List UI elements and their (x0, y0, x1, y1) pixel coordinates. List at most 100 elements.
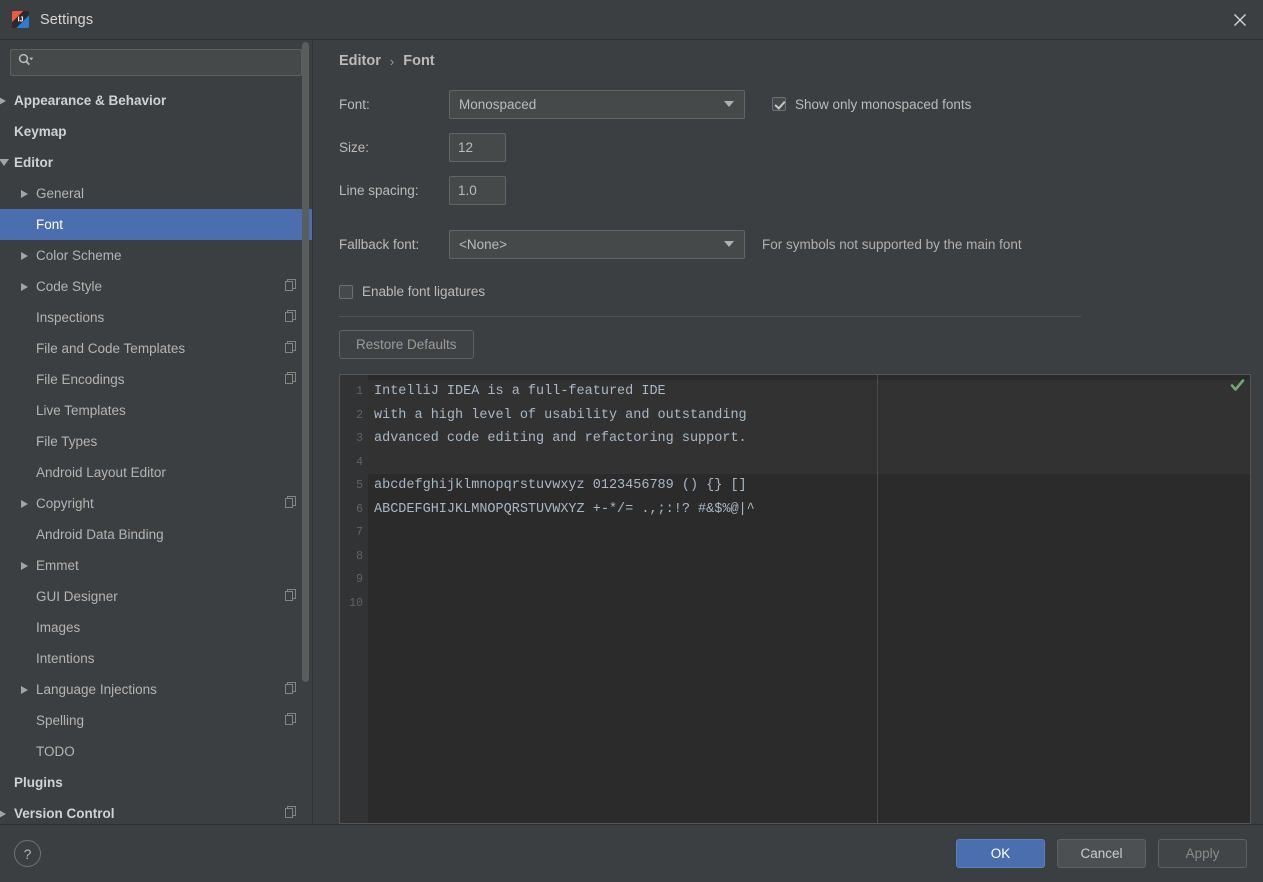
sidebar-item-label: Copyright (36, 496, 94, 511)
preview-line-number: 4 (356, 455, 363, 469)
chevron-right-icon[interactable] (21, 189, 36, 198)
sidebar-item-todo[interactable]: TODO (0, 736, 312, 767)
chevron-down-icon (724, 241, 734, 247)
sidebar-item-copyright[interactable]: Copyright (0, 488, 312, 519)
sidebar-item-images[interactable]: Images (0, 612, 312, 643)
preview-code-line (368, 568, 1250, 592)
preview-code-line: ABCDEFGHIJKLMNOPQRSTUVWXYZ +-*/= .,;:!? … (374, 501, 755, 517)
restore-defaults-button[interactable]: Restore Defaults (339, 330, 474, 359)
intellij-idea-icon (12, 11, 29, 28)
copy-settings-icon[interactable] (285, 682, 296, 697)
sidebar-item-file-types[interactable]: File Types (0, 426, 312, 457)
sidebar-item-file-and-code-templates[interactable]: File and Code Templates (0, 333, 312, 364)
preview-line-number: 7 (356, 526, 363, 539)
breadcrumb-parent[interactable]: Editor (339, 53, 381, 69)
checkbox-box (339, 284, 353, 299)
sidebar-item-general[interactable]: General (0, 178, 312, 209)
sidebar-item-label: Language Injections (36, 682, 157, 697)
sidebar-item-live-templates[interactable]: Live Templates (0, 395, 312, 426)
line-spacing-row: Line spacing: (339, 175, 1251, 205)
sidebar-item-appearance-behavior[interactable]: Appearance & Behavior (0, 85, 312, 116)
sidebar-item-gui-designer[interactable]: GUI Designer (0, 581, 312, 612)
font-family-dropdown[interactable]: Monospaced (449, 89, 745, 119)
close-icon[interactable] (1217, 0, 1263, 39)
copy-settings-icon[interactable] (285, 589, 296, 604)
sidebar-item-spelling[interactable]: Spelling (0, 705, 312, 736)
chevron-right-icon[interactable] (0, 809, 14, 818)
chevron-right-icon[interactable] (21, 561, 36, 570)
preview-gutter: 1 2 3 4 5 6 7 8 9 10 (340, 375, 368, 823)
line-spacing-input[interactable] (449, 175, 506, 205)
preview-code-line (368, 545, 1250, 569)
window-title: Settings (40, 11, 94, 28)
sidebar-item-inspections[interactable]: Inspections (0, 302, 312, 333)
sidebar-item-label: File Encodings (36, 372, 125, 387)
sidebar-item-label: General (36, 186, 85, 201)
sidebar-item-label: TODO (36, 744, 75, 759)
sidebar-item-label: Images (36, 620, 81, 635)
chevron-right-icon[interactable] (0, 96, 14, 105)
show-monospaced-checkbox[interactable]: Show only monospaced fonts (772, 97, 971, 112)
chevron-right-icon[interactable] (21, 499, 36, 508)
sidebar-item-file-encodings[interactable]: File Encodings (0, 364, 312, 395)
sidebar-item-color-scheme[interactable]: Color Scheme (0, 240, 312, 271)
preview-code-line (368, 451, 1250, 475)
sidebar-item-label: Appearance & Behavior (14, 93, 167, 108)
chevron-down-icon[interactable] (0, 159, 14, 166)
copy-settings-icon[interactable] (285, 496, 296, 511)
preview-code-line: IntelliJ IDEA is a full-featured IDE (374, 384, 666, 399)
sidebar-item-label: File and Code Templates (36, 341, 186, 356)
chevron-right-icon[interactable] (21, 685, 36, 694)
preview-line-number: 9 (356, 573, 363, 586)
sidebar-item-language-injections[interactable]: Language Injections (0, 674, 312, 705)
sidebar-item-label: GUI Designer (36, 589, 118, 604)
search-box[interactable] (10, 49, 302, 76)
fallback-font-dropdown[interactable]: <None> (449, 229, 745, 259)
section-divider (339, 316, 1081, 317)
preview-line-number: 1 (356, 385, 363, 398)
copy-settings-icon[interactable] (285, 279, 296, 294)
preview-code-area[interactable]: IntelliJ IDEA is a full-featured IDE with… (368, 375, 1250, 823)
sidebar-item-intentions[interactable]: Intentions (0, 643, 312, 674)
sidebar-item-android-data-binding[interactable]: Android Data Binding (0, 519, 312, 550)
sidebar-item-label: Color Scheme (36, 248, 122, 263)
fallback-font-label: Fallback font: (339, 236, 420, 252)
copy-settings-icon[interactable] (285, 310, 296, 325)
sidebar-item-keymap[interactable]: Keymap (0, 116, 312, 147)
copy-settings-icon[interactable] (285, 372, 296, 387)
copy-settings-icon[interactable] (285, 806, 296, 821)
copy-settings-icon[interactable] (285, 713, 296, 728)
font-family-value: Monospaced (459, 96, 537, 112)
sidebar-item-font[interactable]: Font (0, 209, 312, 240)
sidebar-item-code-style[interactable]: Code Style (0, 271, 312, 302)
sidebar-item-version-control[interactable]: Version Control (0, 798, 312, 824)
ok-button[interactable]: OK (956, 839, 1045, 868)
sidebar-item-plugins[interactable]: Plugins (0, 767, 312, 798)
line-spacing-label: Line spacing: (339, 182, 419, 198)
cancel-button[interactable]: Cancel (1057, 839, 1146, 868)
preview-code-line (368, 521, 1250, 545)
ligatures-checkbox[interactable]: Enable font ligatures (339, 284, 1251, 299)
ligatures-label: Enable font ligatures (362, 284, 486, 299)
sidebar-item-editor[interactable]: Editor (0, 147, 312, 178)
help-button[interactable]: ? (14, 840, 41, 867)
preview-code-line (368, 592, 1250, 616)
sidebar-item-emmet[interactable]: Emmet (0, 550, 312, 581)
chevron-right-icon[interactable] (21, 282, 36, 291)
font-size-input[interactable] (449, 132, 506, 162)
sidebar-scrollbar-thumb[interactable] (302, 42, 309, 682)
chevron-right-icon[interactable] (21, 251, 36, 260)
search-input[interactable] (36, 55, 294, 70)
font-settings-form: Font: Monospaced Show only monospaced fo… (339, 89, 1251, 359)
sidebar-item-label: Android Layout Editor (36, 465, 166, 480)
preview-line-number: 10 (349, 596, 363, 610)
green-checkmark-icon[interactable] (1229, 377, 1246, 399)
sidebar-item-android-layout-editor[interactable]: Android Layout Editor (0, 457, 312, 488)
fallback-font-row: Fallback font: <None> For symbols not su… (339, 229, 1251, 259)
font-preview-pane[interactable]: 1 2 3 4 5 6 7 8 9 10 IntelliJ IDEA is a full-feat… (339, 374, 1251, 824)
preview-line-number: 8 (356, 549, 363, 563)
apply-button[interactable]: Apply (1158, 839, 1247, 868)
copy-settings-icon[interactable] (285, 341, 296, 356)
settings-main-panel: Editor › Font Font: Monospaced Show only… (313, 40, 1263, 824)
preview-code-line: abcdefghijklmnopqrstuvwxyz 0123456789 ()… (374, 478, 747, 493)
